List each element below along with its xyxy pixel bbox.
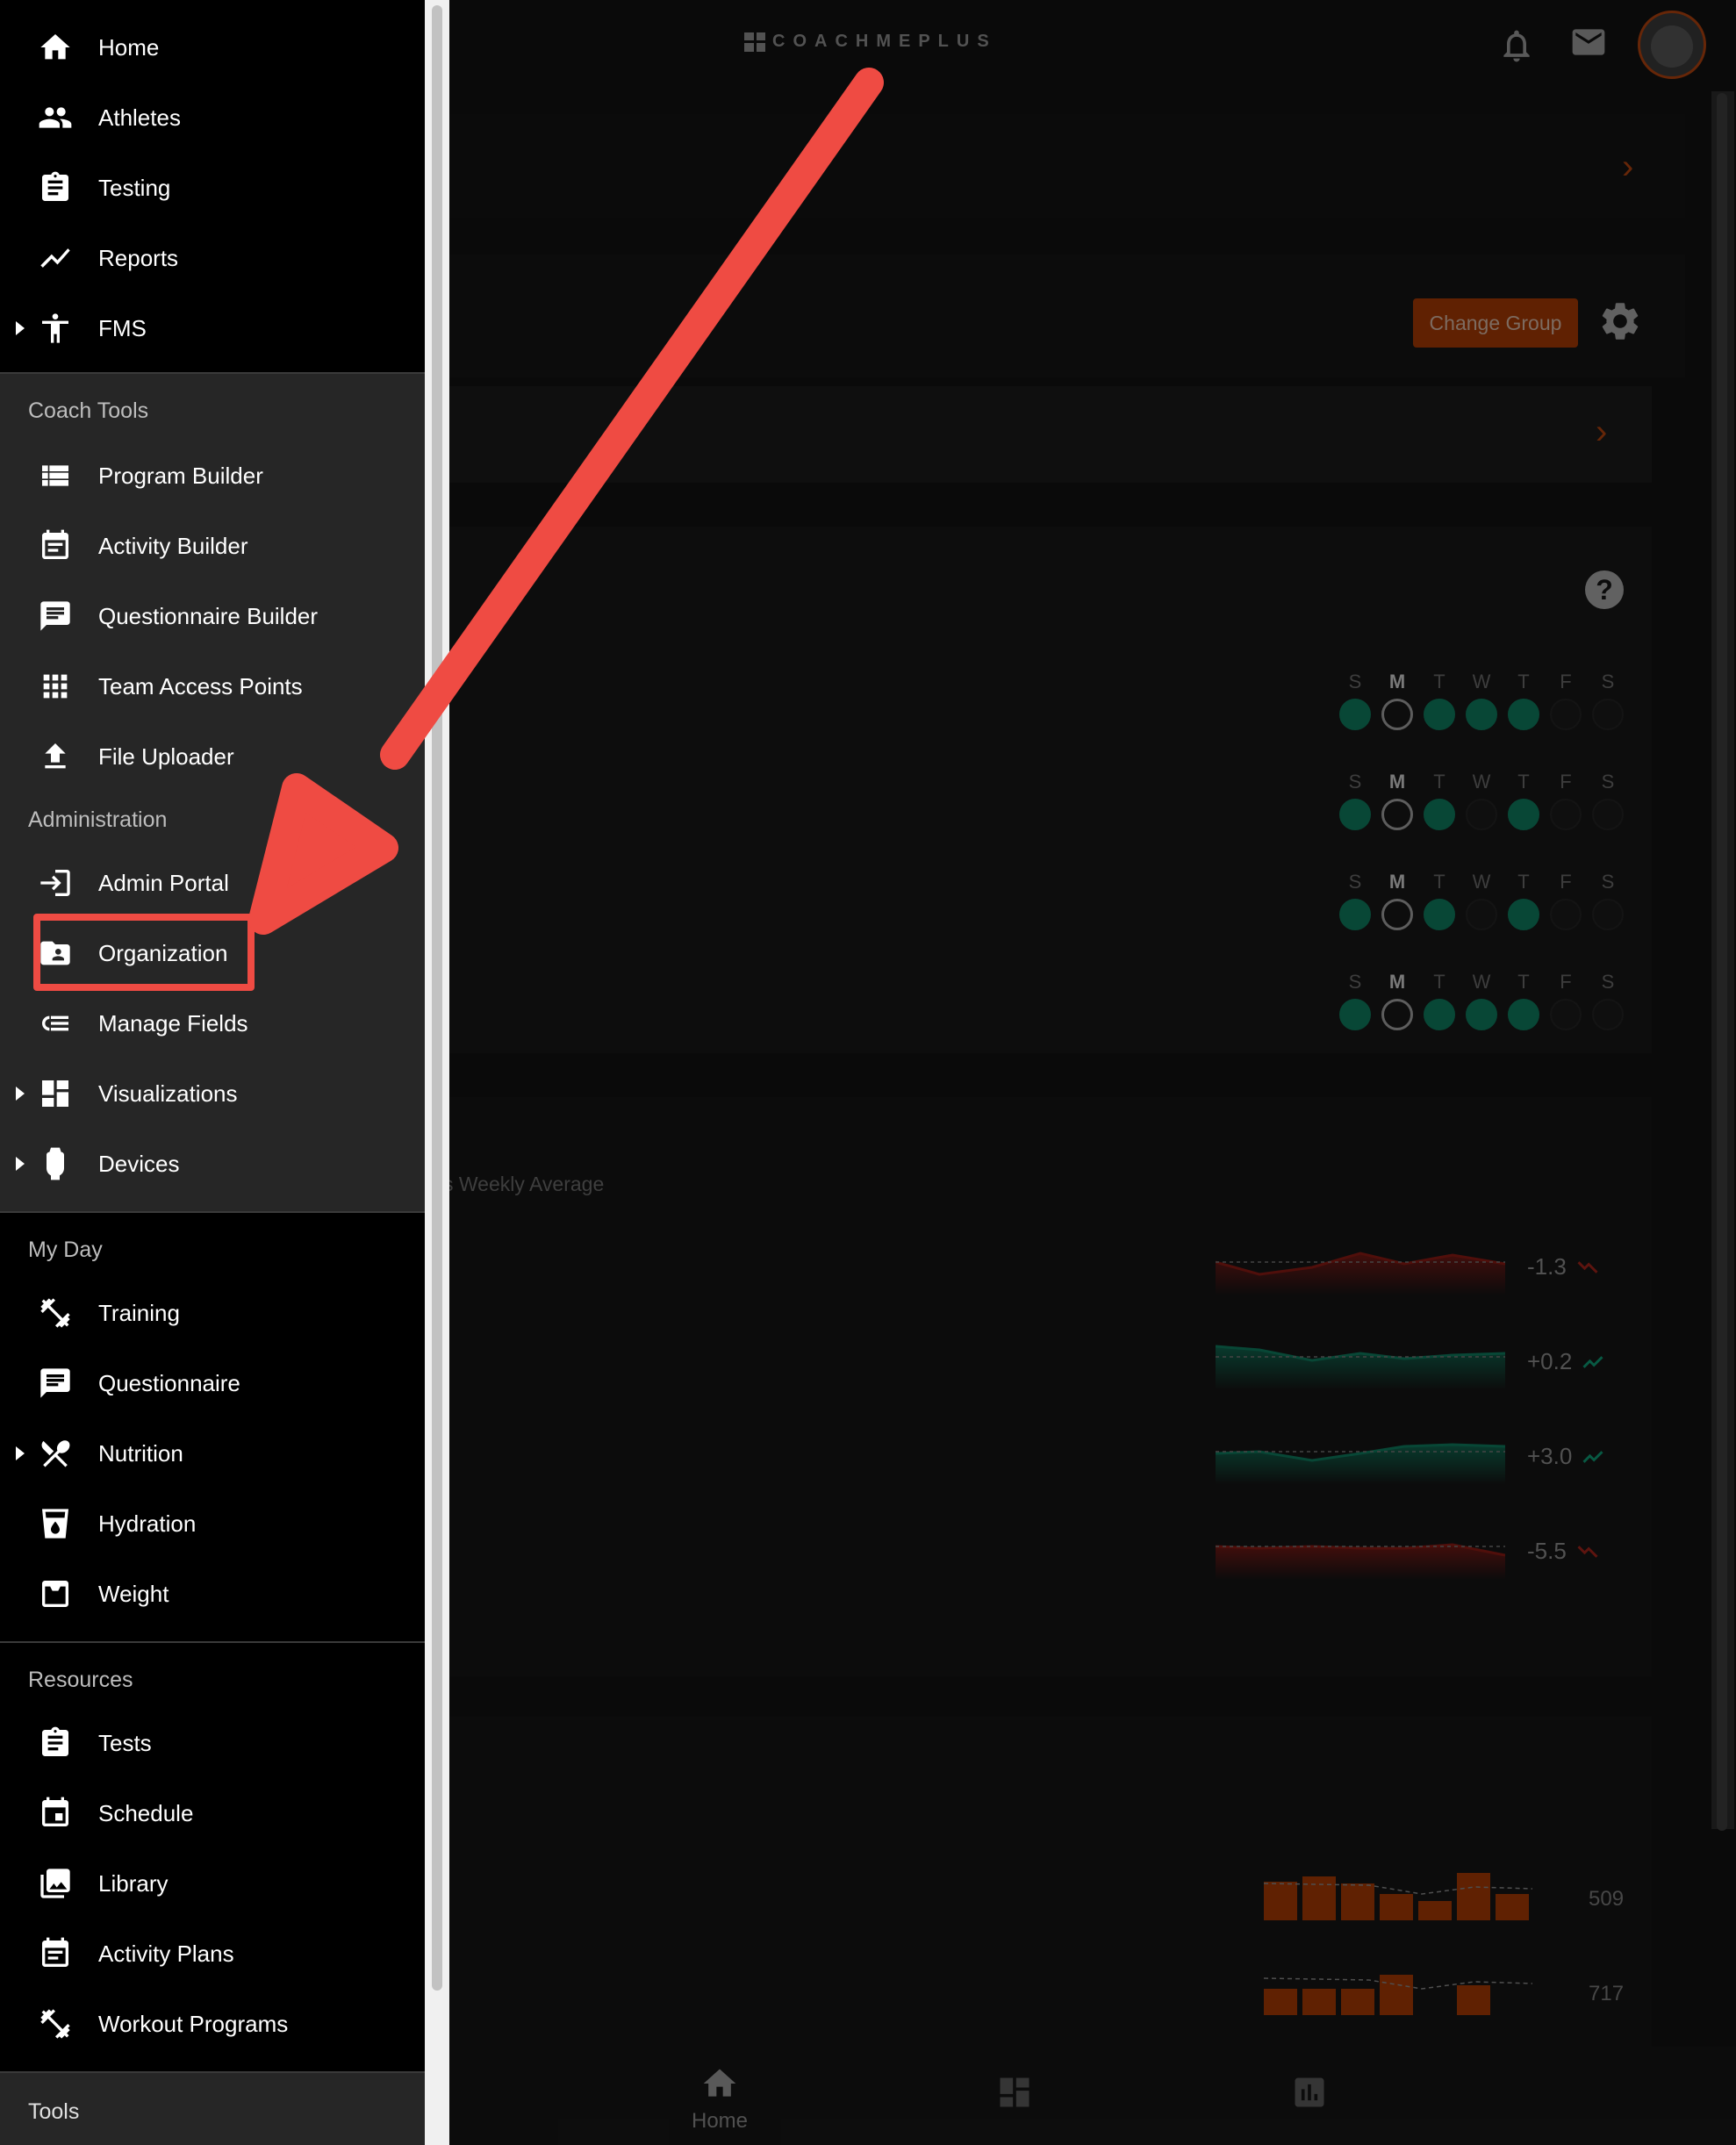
section-title-tools: Tools <box>28 2099 80 2124</box>
sidebar-item-label: Manage Fields <box>98 1009 248 1037</box>
sidebar-item-schedule[interactable]: Schedule <box>0 1780 425 1847</box>
sidebar-item-label: Testing <box>98 174 171 201</box>
caret-right-icon[interactable] <box>16 1157 25 1171</box>
sidebar-item-activity-plans[interactable]: Activity Plans <box>0 1920 425 1987</box>
tools-nav-group: Coach Tools Program Builder Activity Buil… <box>0 374 425 1211</box>
caret-right-icon[interactable] <box>16 321 25 335</box>
sidebar-item-label: Activity Plans <box>98 1940 234 1967</box>
watch-icon <box>37 1145 74 1182</box>
tools-footer-group: Tools <box>0 2073 425 2145</box>
sidebar-item-label: Activity Builder <box>98 532 248 559</box>
sidebar-item-fms[interactable]: FMS <box>0 295 425 362</box>
section-title-coach-tools: Coach Tools <box>28 398 149 423</box>
sidebar-item-label: Questionnaire <box>98 1369 240 1396</box>
my-day-nav-group: My Day Training Questionnaire Nutrition Hyd… <box>0 1213 425 1641</box>
sidebar-item-manage-fields[interactable]: Manage Fields <box>0 990 425 1057</box>
caret-right-icon[interactable] <box>16 1446 25 1460</box>
sidebar-item-file-uploader[interactable]: File Uploader <box>0 723 425 790</box>
sidebar-item-admin-portal[interactable]: Admin Portal <box>0 850 425 916</box>
sidebar-item-label: Program Builder <box>98 462 263 489</box>
accessibility-icon <box>37 310 74 347</box>
dumbbell-icon <box>37 1295 74 1331</box>
sidebar-item-label: Library <box>98 1869 169 1897</box>
calendar-icon <box>37 1795 74 1832</box>
sidebar-item-label: Training <box>98 1299 180 1326</box>
sidebar-item-activity-builder[interactable]: Activity Builder <box>0 513 425 579</box>
sidebar-item-label: Tests <box>98 1729 152 1756</box>
sidebar-item-devices[interactable]: Devices <box>0 1130 425 1197</box>
sidebar-item-nutrition[interactable]: Nutrition <box>0 1420 425 1487</box>
sidebar-item-label: Hydration <box>98 1510 197 1537</box>
sidebar-item-label: Admin Portal <box>98 869 229 896</box>
people-icon <box>37 99 74 136</box>
sidebar-item-athletes[interactable]: Athletes <box>0 84 425 151</box>
utensils-icon <box>37 1435 74 1472</box>
sidebar-item-visualizations[interactable]: Visualizations <box>0 1060 425 1127</box>
sidebar-item-training[interactable]: Training <box>0 1280 425 1346</box>
sidebar-item-label: File Uploader <box>98 742 234 770</box>
sidebar-item-program-builder[interactable]: Program Builder <box>0 442 425 509</box>
sidebar-item-label: Team Access Points <box>98 672 303 699</box>
sidebar-item-testing[interactable]: Testing <box>0 154 425 221</box>
sidebar-item-label: Visualizations <box>98 1080 238 1107</box>
sidebar-item-label: Questionnaire Builder <box>98 602 319 629</box>
message-icon <box>37 598 74 635</box>
top-nav-group: Home Athletes Testing Reports FMS <box>0 0 425 372</box>
sidebar-item-label: Schedule <box>98 1799 194 1826</box>
upload-icon <box>37 738 74 775</box>
sidebar-item-questionnaire-builder[interactable]: Questionnaire Builder <box>0 583 425 649</box>
section-title-resources: Resources <box>28 1668 133 1692</box>
sidebar-item-label: Workout Programs <box>98 2010 289 2037</box>
checklist-icon <box>37 1005 74 1042</box>
caret-right-icon[interactable] <box>16 1087 25 1101</box>
home-icon <box>37 29 74 66</box>
clipboard-icon <box>37 1725 74 1761</box>
dashboard-icon <box>37 1075 74 1112</box>
sidebar-item-team-access-points[interactable]: Team Access Points <box>0 653 425 720</box>
scale-icon <box>37 1575 74 1612</box>
sidebar-item-questionnaire[interactable]: Questionnaire <box>0 1350 425 1417</box>
sidebar-item-label: Home <box>98 33 160 61</box>
photo-library-icon <box>37 1865 74 1902</box>
sidebar-item-home[interactable]: Home <box>0 14 425 81</box>
calendar-note-icon <box>37 527 74 564</box>
dumbbell-icon <box>37 2005 74 2042</box>
side-drawer: Home Athletes Testing Reports FMS Coach Tool… <box>0 0 425 2145</box>
cup-icon <box>37 1505 74 1542</box>
login-icon <box>37 864 74 901</box>
section-title-administration: Administration <box>28 807 168 832</box>
list-icon <box>37 457 74 494</box>
sidebar-item-workout-programs[interactable]: Workout Programs <box>0 1991 425 2057</box>
sidebar-item-library[interactable]: Library <box>0 1850 425 1917</box>
sidebar-item-weight[interactable]: Weight <box>0 1560 425 1627</box>
highlight-box <box>33 914 255 991</box>
clipboard-icon <box>37 169 74 206</box>
sidebar-item-label: Devices <box>98 1150 180 1177</box>
sidebar-item-label: FMS <box>98 314 147 341</box>
sidebar-item-label: Weight <box>98 1580 169 1607</box>
sidebar-item-hydration[interactable]: Hydration <box>0 1490 425 1557</box>
sidebar-item-label: Athletes <box>98 104 181 131</box>
sidebar-item-label: Reports <box>98 244 179 271</box>
calendar-note-icon <box>37 1935 74 1972</box>
sidebar-item-tests[interactable]: Tests <box>0 1710 425 1776</box>
sidebar-item-label: Nutrition <box>98 1439 183 1467</box>
drawer-scrollbar[interactable] <box>425 0 449 2145</box>
trend-line-icon <box>37 240 74 276</box>
sidebar-item-reports[interactable]: Reports <box>0 225 425 291</box>
message-icon <box>37 1365 74 1402</box>
section-title-my-day: My Day <box>28 1238 103 1262</box>
resources-nav-group: Resources Tests Schedule Library Activity P… <box>0 1643 425 2071</box>
grid-icon <box>37 668 74 705</box>
